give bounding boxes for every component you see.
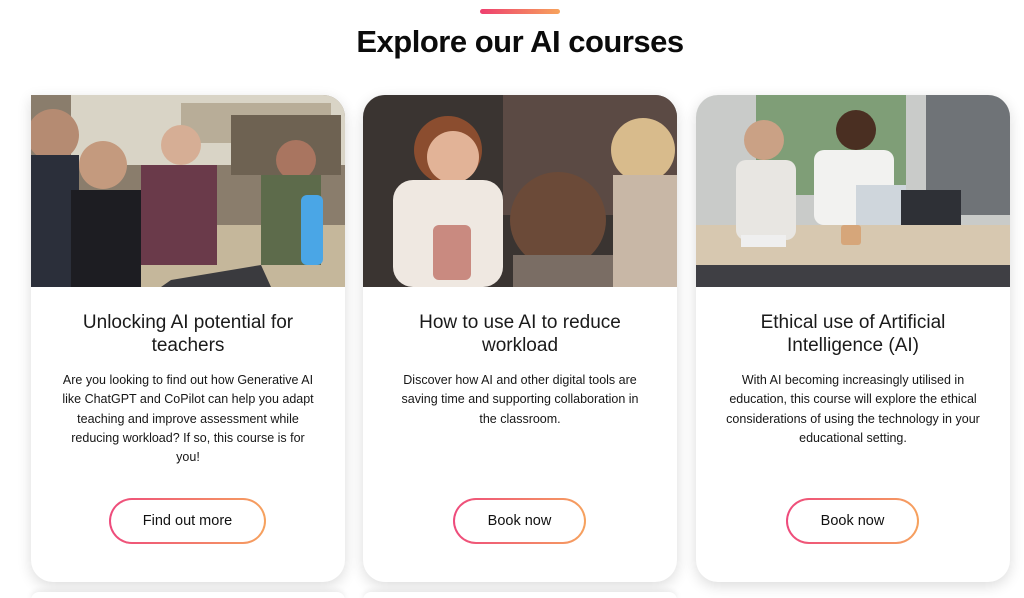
course-title: How to use AI to reduce workload (419, 312, 621, 356)
course-description: Discover how AI and other digital tools … (401, 373, 639, 426)
course-photo-colleagues (696, 95, 1010, 287)
book-now-button[interactable]: Book now (453, 498, 586, 544)
find-out-more-button[interactable]: Find out more (109, 498, 266, 544)
title-accent-bar (480, 9, 560, 14)
course-title: Unlocking AI potential for teachers (82, 312, 294, 356)
course-description: With AI becoming increasingly utilised i… (726, 373, 980, 445)
book-now-button[interactable]: Book now (786, 498, 919, 544)
course-title: Ethical use of Artificial Intelligence (… (760, 312, 946, 356)
button-label: Book now (788, 500, 917, 542)
course-card-unlocking-ai[interactable]: Unlocking AI potential for teachers Are … (31, 95, 345, 582)
next-card-edge (363, 592, 677, 598)
section-title: Explore our AI courses (356, 24, 684, 59)
courses-section: Explore our AI courses Unlocking AI pote… (0, 0, 1024, 598)
button-label: Find out more (111, 500, 264, 542)
course-photo-teachers (31, 95, 345, 287)
button-label: Book now (455, 500, 584, 542)
next-card-edge (31, 592, 345, 598)
course-card-reduce-workload[interactable]: How to use AI to reduce workload Discove… (363, 95, 677, 582)
course-card-ethical-ai[interactable]: Ethical use of Artificial Intelligence (… (696, 95, 1010, 582)
course-description: Are you looking to find out how Generati… (62, 373, 314, 465)
course-photo-laughing-teacher (363, 95, 677, 287)
